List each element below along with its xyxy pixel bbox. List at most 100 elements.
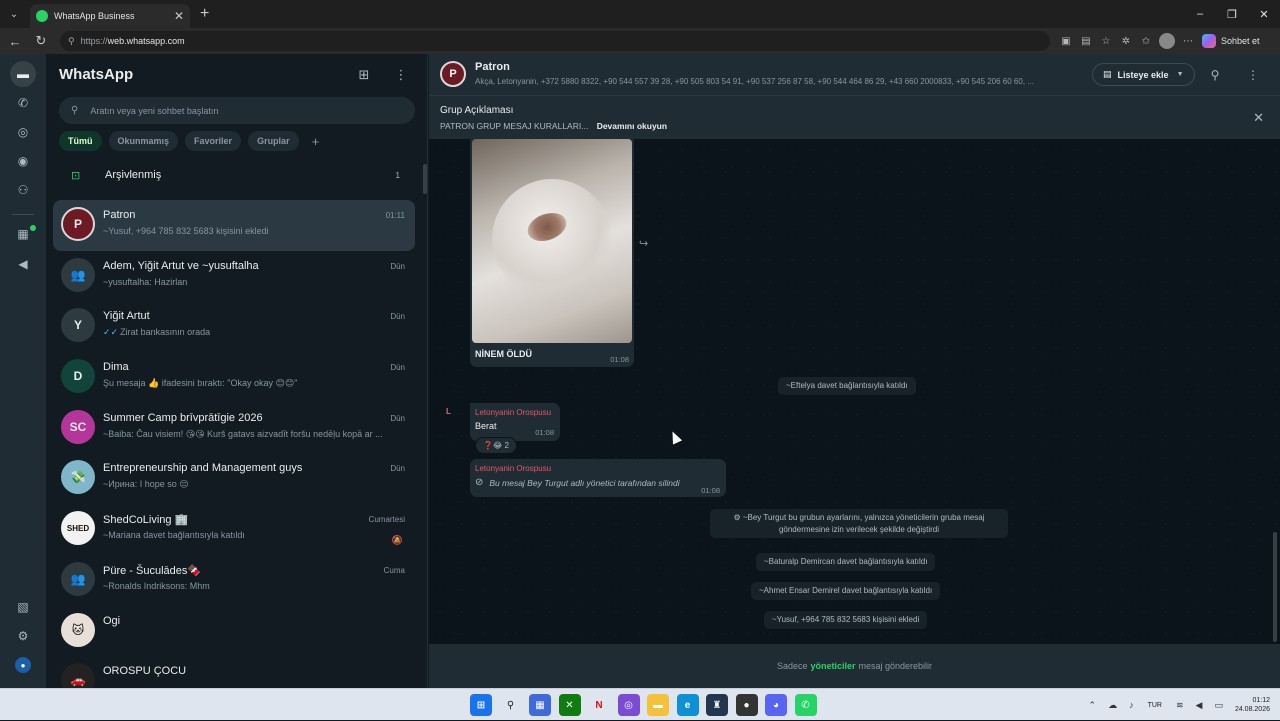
browser-tab[interactable]: WhatsApp Business ✕	[30, 4, 190, 28]
chat-message[interactable]: Letonyanin Orospusu Berat 01:08	[470, 403, 560, 441]
chat-name: ShedCoLiving 🏢	[103, 514, 189, 527]
reader-icon[interactable]: ▤	[1076, 31, 1096, 51]
archived-row[interactable]: ⊡ Arşivlenmiş 1	[46, 160, 428, 190]
whatsapp-taskbar-icon[interactable]: ✆	[794, 694, 817, 716]
netflix-icon[interactable]: N	[588, 694, 610, 716]
search-taskbar-icon[interactable]: ⚲	[500, 694, 522, 716]
conversation-scrollbar[interactable]	[1273, 532, 1277, 642]
group-avatar[interactable]: P	[440, 61, 466, 87]
conversation-menu-icon[interactable]: ⋮	[1244, 66, 1262, 84]
battery-icon[interactable]: ▭	[1214, 700, 1223, 711]
filter-groups[interactable]: Gruplar	[248, 131, 299, 151]
chats-icon[interactable]: ▬	[10, 61, 36, 87]
file-explorer-icon[interactable]: ▬	[647, 694, 669, 716]
group-title[interactable]: Patron	[475, 61, 510, 73]
volume-icon[interactable]: ◀	[1196, 700, 1203, 711]
settings-gear-icon[interactable]: ⚙	[13, 626, 33, 646]
chat-last-message-text: Zirat bankasının orada	[120, 327, 211, 338]
avatar[interactable]: SHED	[61, 511, 95, 546]
back-button[interactable]: ←	[4, 30, 26, 52]
chat-list-item[interactable]: 🐱 Ogi	[53, 606, 415, 657]
new-chat-icon[interactable]: ⊞	[355, 66, 373, 84]
language-indicator[interactable]: TUR	[1148, 702, 1162, 709]
avatar[interactable]: 💸	[61, 460, 95, 495]
browser-tab-strip: ⌄ WhatsApp Business ✕ + – ❐ ✕	[0, 0, 1280, 28]
store-icon[interactable]: ▦	[529, 694, 551, 716]
message-sender[interactable]: Letonyanin Orospusu	[475, 464, 551, 473]
address-bar[interactable]: ⚲ https:// web.whatsapp.com	[60, 31, 1050, 51]
clock[interactable]: 01:12 24.08.2026	[1235, 696, 1270, 714]
menu-icon[interactable]: ⋮	[392, 66, 410, 84]
extensions-icon[interactable]: ✲	[1116, 31, 1136, 51]
message-photo[interactable]	[472, 139, 632, 343]
app-icon[interactable]: ◎	[617, 694, 640, 716]
group-members[interactable]: Akça, Letonyanin, +372 5880 8322, +90 54…	[475, 77, 1075, 86]
window-close-button[interactable]: ✕	[1248, 0, 1280, 28]
media-icon[interactable]: ▧	[13, 597, 33, 617]
forward-icon[interactable]: ↪	[639, 237, 648, 250]
avatar[interactable]: P	[61, 207, 95, 241]
avatar[interactable]: 🐱	[61, 612, 95, 647]
add-to-list-button[interactable]: ▤ Listeye ekle ▼	[1092, 63, 1195, 86]
ads-icon[interactable]: ◀	[13, 254, 33, 274]
close-icon[interactable]: ✕	[1253, 110, 1264, 126]
sender-avatar[interactable]: L	[446, 407, 451, 416]
chat-list-item[interactable]: SC Summer Camp brīvprātīgie 2026 ~Baiba: Č…	[53, 403, 415, 454]
calls-icon[interactable]: ✆	[13, 93, 33, 113]
chat-list-item[interactable]: SHED ShedCoLiving 🏢 ~Mariana davet bağlant…	[53, 504, 415, 555]
profile-avatar[interactable]	[1159, 33, 1175, 49]
chat-list-item[interactable]: 👥 Püre - Šuculādes🍫 ~Ronalds Indriksons: M…	[53, 555, 415, 606]
chat-list-item[interactable]: D Dima Şu mesaja 👍 ifadesini bıraktı: "Oka…	[53, 352, 415, 403]
game-icon[interactable]: ♜	[706, 694, 728, 716]
filter-all[interactable]: Tümü	[59, 131, 102, 151]
xbox-icon[interactable]: ✕	[558, 694, 581, 716]
admins-link[interactable]: yöneticiler	[810, 661, 855, 671]
star-icon[interactable]: ☆	[1096, 31, 1116, 51]
steam-icon[interactable]: ●	[735, 694, 758, 716]
avatar[interactable]: 👥	[61, 257, 95, 292]
avatar[interactable]: D	[61, 359, 95, 394]
chat-list-item[interactable]: 💸 Entrepreneurship and Management guys ~Ир…	[53, 453, 415, 504]
search-messages-icon[interactable]: ⚲	[1206, 66, 1224, 84]
favorites-icon[interactable]: ✩	[1136, 31, 1156, 51]
restore-button[interactable]: ❐	[1216, 0, 1248, 28]
read-more-link[interactable]: Devamını okuyun	[597, 121, 667, 131]
chat-list-item[interactable]: Y Yiğit Artut ✓✓ Zirat bankasının orada Dün	[53, 301, 415, 352]
onedrive-icon[interactable]: ☁	[1108, 700, 1117, 711]
more-icon[interactable]: ⋯	[1178, 31, 1198, 51]
system-message: ~Baturalp Demircan davet bağlantısıyla k…	[756, 553, 936, 571]
copilot-button[interactable]: Sohbet et	[1202, 34, 1260, 48]
channels-icon[interactable]: ◉	[13, 151, 33, 171]
my-profile-avatar[interactable]: ●	[15, 657, 31, 673]
discord-icon[interactable]: ◕	[765, 694, 787, 716]
tab-close-icon[interactable]: ✕	[174, 9, 184, 23]
chat-list-item[interactable]: P Patron ~Yusuf, +964 785 832 5683 kişisin…	[53, 200, 415, 251]
screen-icon[interactable]: ▣	[1056, 31, 1076, 51]
reload-button[interactable]: ↻	[30, 30, 52, 52]
search-input[interactable]	[90, 105, 391, 116]
new-tab-button[interactable]: +	[200, 5, 209, 23]
image-message[interactable]: NİNEM ÖLDÜ 01:08	[470, 139, 634, 367]
wifi-icon[interactable]: ≋	[1176, 700, 1184, 711]
status-icon[interactable]: ◎	[13, 122, 33, 142]
avatar[interactable]: Y	[61, 308, 95, 343]
group-description-bar: Grup Açıklaması PATRON GRUP MESAJ KURALL…	[429, 95, 1280, 139]
add-filter-button[interactable]: +	[306, 131, 326, 151]
message-sender[interactable]: Letonyanin Orospusu	[475, 408, 551, 417]
minimize-button[interactable]: –	[1184, 0, 1216, 28]
tab-list-button[interactable]: ⌄	[3, 4, 25, 24]
deleted-message[interactable]: Letonyanin Orospusu ⊘ Bu mesaj Bey Turgu…	[470, 459, 726, 497]
chat-list-scrollbar[interactable]	[423, 164, 427, 194]
communities-icon[interactable]: ⚇	[13, 180, 33, 200]
edge-icon[interactable]: e	[676, 694, 699, 716]
avatar[interactable]: SC	[61, 409, 95, 444]
chat-list-item[interactable]: 👥 Adem, Yiğit Artut ve ~yusuftalha ~yusuft…	[53, 251, 415, 302]
avatar[interactable]: 👥	[61, 561, 95, 596]
filter-favorites[interactable]: Favoriler	[185, 131, 242, 151]
mic-icon[interactable]: ♪	[1129, 700, 1134, 710]
start-icon[interactable]: ⊞	[470, 694, 492, 716]
site-info-icon[interactable]: ⚲	[68, 36, 75, 47]
reactions-badge[interactable]: ❓😂 2	[475, 437, 517, 454]
chevron-up-icon[interactable]: ⌃	[1089, 700, 1097, 711]
filter-unread[interactable]: Okunmamış	[108, 131, 179, 151]
